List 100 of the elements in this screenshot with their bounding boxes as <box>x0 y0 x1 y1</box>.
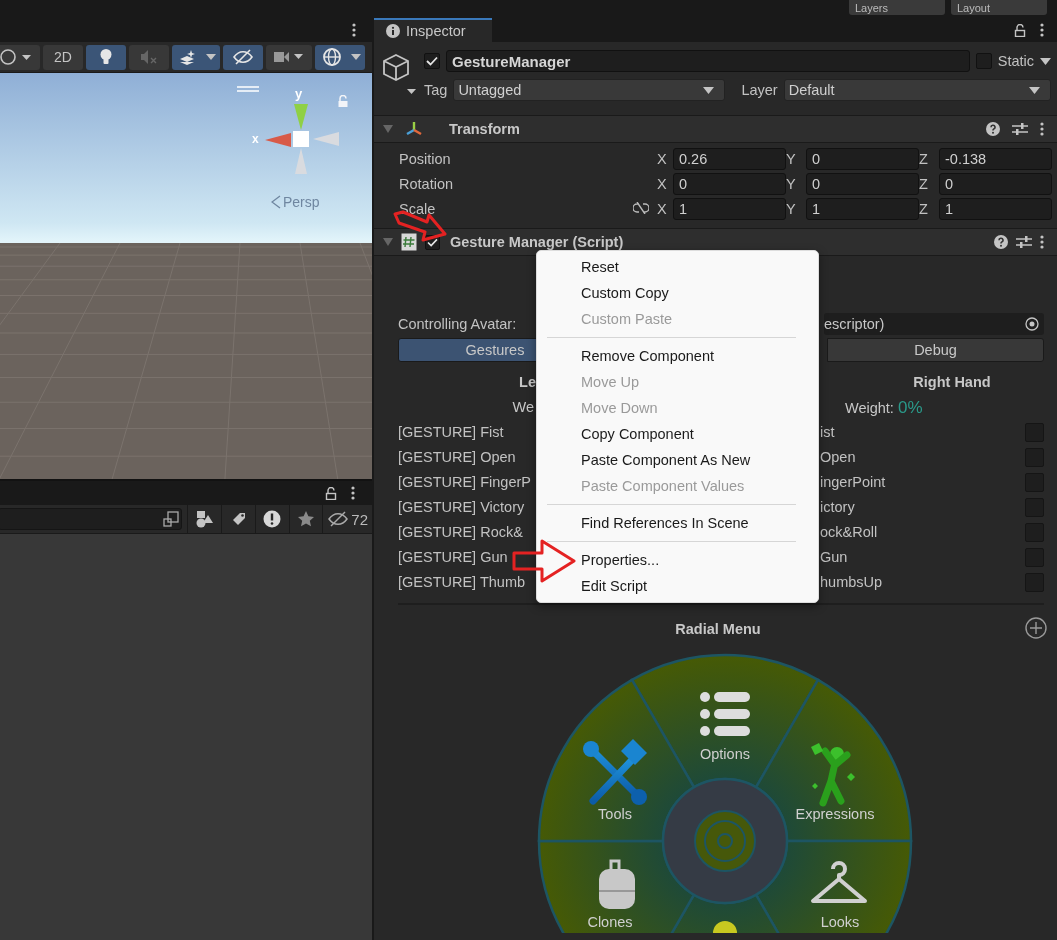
warning-icon[interactable] <box>263 510 282 528</box>
avatar-object-field[interactable]: escriptor) <box>824 313 1044 335</box>
caret-icon[interactable] <box>1040 57 1051 65</box>
script-icon <box>401 233 417 251</box>
menu-item-label[interactable]: Looks <box>820 914 860 930</box>
gesture-label: ock&Roll <box>820 523 878 542</box>
number-field[interactable]: 0 <box>806 173 919 195</box>
active-checkbox[interactable] <box>424 53 440 69</box>
axis-label: X <box>657 201 668 217</box>
camera-icon <box>274 50 304 64</box>
axis-label: X <box>657 151 668 167</box>
axis-label: x <box>252 132 259 146</box>
menu-item[interactable]: Custom Copy <box>541 280 814 306</box>
lock-icon[interactable] <box>325 486 337 500</box>
hidden-eye-toggle[interactable] <box>223 44 263 70</box>
menu-item-label[interactable]: Tools <box>598 806 632 822</box>
number-field[interactable]: 1 <box>673 198 786 220</box>
gesture-label: [GESTURE] Open <box>398 448 517 467</box>
lock-icon[interactable] <box>1014 23 1026 37</box>
sliders-icon[interactable] <box>1016 235 1032 249</box>
layer-dropdown[interactable]: Default <box>783 79 1051 101</box>
mode-tab[interactable]: Debug <box>827 338 1044 362</box>
component-title[interactable]: Gesture Manager (Script) <box>450 234 624 250</box>
crossed-eye-icon <box>327 511 350 527</box>
menu-item[interactable]: Remove Component <box>541 343 814 369</box>
more-options-icon[interactable] <box>1040 235 1044 249</box>
more-options-icon[interactable] <box>351 486 355 500</box>
orientation-gizmo-icon[interactable] <box>265 104 339 174</box>
component-title[interactable]: Transform <box>449 121 520 137</box>
gesture-label: [GESTURE] FingerP <box>398 473 532 492</box>
globe-icon <box>321 46 343 68</box>
list-icon <box>700 692 750 736</box>
add-icon[interactable] <box>1025 617 1047 639</box>
mute-audio-toggle[interactable] <box>129 44 169 70</box>
radial-menu-segment[interactable] <box>537 839 696 933</box>
static-label: Static <box>997 53 1034 69</box>
help-icon[interactable] <box>986 122 1000 136</box>
more-options-icon[interactable] <box>1040 122 1044 136</box>
drag-handle-icon[interactable] <box>237 86 259 92</box>
axis-label: Y <box>786 151 797 167</box>
collapse-arrow-icon[interactable] <box>383 125 393 133</box>
gizmos-button[interactable] <box>315 44 365 70</box>
gesture-label: [GESTURE] Victory <box>398 498 526 517</box>
target-picker-icon[interactable] <box>1025 317 1039 331</box>
property-label: Rotation <box>399 176 454 192</box>
menu-item-label[interactable]: Expressions <box>795 806 875 822</box>
cube-icon[interactable] <box>382 52 418 96</box>
gesture-label: humbsUp <box>820 573 883 592</box>
effects-toggle[interactable] <box>172 44 220 70</box>
name-field[interactable]: GestureManager <box>446 50 970 72</box>
number-field[interactable]: 0 <box>806 148 919 170</box>
toolbar-dropdown[interactable]: Layers <box>849 0 945 15</box>
number-field[interactable]: 1 <box>806 198 919 220</box>
more-options-icon[interactable] <box>1040 23 1044 37</box>
sliders-icon[interactable] <box>1012 122 1028 136</box>
toolbar-dropdown[interactable]: Layout <box>951 0 1047 15</box>
menu-item-label[interactable]: Options <box>700 746 750 762</box>
broken-link-icon[interactable] <box>633 202 649 214</box>
tag-label: Tag <box>424 82 448 98</box>
menu-item[interactable]: Edit Script <box>541 573 814 599</box>
search-field[interactable] <box>0 508 183 530</box>
menu-item[interactable]: Paste Component As New <box>541 447 814 473</box>
axis-label: Z <box>919 176 929 192</box>
shapes-icon[interactable] <box>195 510 214 528</box>
menu-item[interactable]: Copy Component <box>541 421 814 447</box>
menu-item[interactable]: Reset <box>541 254 814 280</box>
collapse-arrow-icon[interactable] <box>383 238 393 246</box>
inspector-tab[interactable]: Inspector <box>374 18 492 42</box>
shading-mode-button[interactable] <box>0 44 40 70</box>
clothes-hanger-icon <box>811 861 867 903</box>
mode-tab[interactable]: Gestures <box>398 338 538 362</box>
number-field[interactable]: 1 <box>939 198 1052 220</box>
backpack-icon <box>598 859 636 909</box>
number-field[interactable]: 0.26 <box>673 148 786 170</box>
axis-label: X <box>657 176 668 192</box>
expand-icon[interactable] <box>163 511 180 527</box>
tag-dropdown[interactable]: Untagged <box>453 79 726 101</box>
number-field[interactable]: 0 <box>673 173 786 195</box>
menu-item-label[interactable]: Clones <box>587 914 633 930</box>
more-options-icon[interactable] <box>352 23 356 37</box>
help-icon[interactable] <box>994 235 1008 249</box>
chevron-left-icon[interactable] <box>271 195 281 209</box>
layer-label: Layer <box>741 82 778 98</box>
avatar-label: Controlling Avatar: <box>398 316 517 332</box>
camera-button[interactable] <box>266 44 312 70</box>
dancing-figure-icon <box>811 743 855 807</box>
lightbulb-toggle[interactable] <box>86 44 126 70</box>
gesture-label: Open <box>820 448 856 467</box>
menu-item[interactable]: Properties... <box>541 547 814 573</box>
number-field[interactable]: 0 <box>939 173 1052 195</box>
menu-item[interactable]: Find References In Scene <box>541 510 814 536</box>
mode-2d-button[interactable]: 2D <box>43 44 83 70</box>
gesture-label: ictory <box>820 498 855 517</box>
transform-axes-icon <box>405 121 423 137</box>
axis-label: Y <box>786 176 797 192</box>
hidden-objects-toggle[interactable]: 72 <box>322 505 372 533</box>
gesture-label: ingerPoint <box>820 473 886 492</box>
star-icon[interactable] <box>297 511 314 527</box>
caret-icon <box>1029 86 1040 94</box>
number-field[interactable]: -0.138 <box>939 148 1052 170</box>
